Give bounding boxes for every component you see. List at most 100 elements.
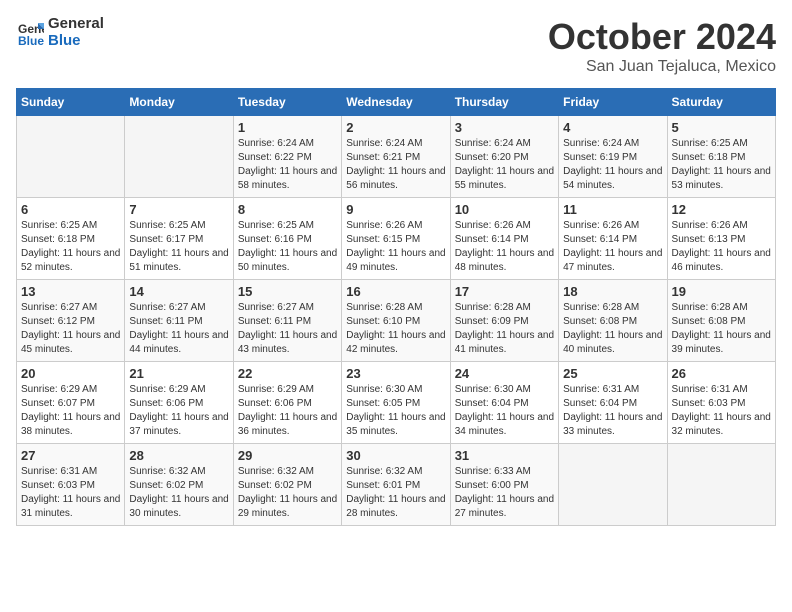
day-info: Sunrise: 6:26 AMSunset: 6:13 PMDaylight:…	[672, 219, 771, 275]
day-number: 8	[238, 202, 337, 217]
calendar-cell: 11 Sunrise: 6:26 AMSunset: 6:14 PMDayligh…	[559, 198, 667, 280]
logo: General Blue General Blue	[16, 16, 104, 49]
calendar-week-4: 20Sunrise: 6:29 AMSunset: 6:07 PMDayligh…	[17, 362, 776, 444]
day-number: 9	[346, 202, 445, 217]
logo-general: General	[48, 16, 104, 33]
calendar-week-2: 6 Sunrise: 6:25 AMSunset: 6:18 PMDaylight…	[17, 198, 776, 280]
day-info: Sunrise: 6:32 AMSunset: 6:01 PMDaylight:…	[346, 465, 445, 521]
calendar-cell: 20Sunrise: 6:29 AMSunset: 6:07 PMDayligh…	[17, 362, 125, 444]
weekday-header-friday: Friday	[559, 89, 667, 116]
calendar-cell: 2 Sunrise: 6:24 AMSunset: 6:21 PMDaylight…	[342, 116, 450, 198]
weekday-header-monday: Monday	[125, 89, 233, 116]
calendar-cell: 8 Sunrise: 6:25 AMSunset: 6:16 PMDaylight…	[233, 198, 341, 280]
calendar-cell	[667, 444, 775, 526]
day-number: 17	[455, 284, 554, 299]
calendar-cell: 29Sunrise: 6:32 AMSunset: 6:02 PMDayligh…	[233, 444, 341, 526]
calendar-cell: 25 Sunrise: 6:31 AMSunset: 6:04 PMDayligh…	[559, 362, 667, 444]
location-subtitle: San Juan Tejaluca, Mexico	[548, 58, 776, 76]
day-number: 23	[346, 366, 445, 381]
day-number: 22	[238, 366, 337, 381]
day-info: Sunrise: 6:29 AMSunset: 6:06 PMDaylight:…	[238, 383, 337, 439]
day-info: Sunrise: 6:30 AMSunset: 6:05 PMDaylight:…	[346, 383, 445, 439]
page-header: General Blue General Blue October 2024 S…	[16, 16, 776, 76]
calendar-cell: 24 Sunrise: 6:30 AMSunset: 6:04 PMDayligh…	[450, 362, 558, 444]
day-number: 6	[21, 202, 120, 217]
calendar-cell: 23 Sunrise: 6:30 AMSunset: 6:05 PMDayligh…	[342, 362, 450, 444]
logo-blue: Blue	[48, 33, 104, 50]
calendar-week-1: 1Sunrise: 6:24 AMSunset: 6:22 PMDaylight…	[17, 116, 776, 198]
day-number: 13	[21, 284, 120, 299]
day-number: 24	[455, 366, 554, 381]
calendar-cell: 10Sunrise: 6:26 AMSunset: 6:14 PMDayligh…	[450, 198, 558, 280]
calendar-cell: 12Sunrise: 6:26 AMSunset: 6:13 PMDayligh…	[667, 198, 775, 280]
day-number: 29	[238, 448, 337, 463]
calendar-cell: 21 Sunrise: 6:29 AMSunset: 6:06 PMDayligh…	[125, 362, 233, 444]
calendar-cell: 15Sunrise: 6:27 AMSunset: 6:11 PMDayligh…	[233, 280, 341, 362]
weekday-header-tuesday: Tuesday	[233, 89, 341, 116]
day-info: Sunrise: 6:24 AMSunset: 6:22 PMDaylight:…	[238, 137, 337, 193]
calendar-cell	[17, 116, 125, 198]
day-info: Sunrise: 6:31 AMSunset: 6:03 PMDaylight:…	[672, 383, 771, 439]
day-info: Sunrise: 6:26 AMSunset: 6:15 PMDaylight:…	[346, 219, 445, 275]
calendar-cell: 1Sunrise: 6:24 AMSunset: 6:22 PMDaylight…	[233, 116, 341, 198]
day-number: 27	[21, 448, 120, 463]
calendar-cell: 16Sunrise: 6:28 AMSunset: 6:10 PMDayligh…	[342, 280, 450, 362]
calendar-week-5: 27Sunrise: 6:31 AMSunset: 6:03 PMDayligh…	[17, 444, 776, 526]
calendar-cell: 19 Sunrise: 6:28 AMSunset: 6:08 PMDayligh…	[667, 280, 775, 362]
day-number: 26	[672, 366, 771, 381]
day-number: 19	[672, 284, 771, 299]
calendar-cell: 6 Sunrise: 6:25 AMSunset: 6:18 PMDaylight…	[17, 198, 125, 280]
day-number: 5	[672, 120, 771, 135]
calendar-cell: 3Sunrise: 6:24 AMSunset: 6:20 PMDaylight…	[450, 116, 558, 198]
day-number: 4	[563, 120, 662, 135]
day-number: 31	[455, 448, 554, 463]
day-number: 11	[563, 202, 662, 217]
day-info: Sunrise: 6:26 AMSunset: 6:14 PMDaylight:…	[455, 219, 554, 275]
calendar-cell: 26 Sunrise: 6:31 AMSunset: 6:03 PMDayligh…	[667, 362, 775, 444]
logo-icon: General Blue	[16, 19, 44, 47]
calendar-cell	[559, 444, 667, 526]
weekday-header-sunday: Sunday	[17, 89, 125, 116]
day-info: Sunrise: 6:27 AMSunset: 6:11 PMDaylight:…	[129, 301, 228, 357]
weekday-header-wednesday: Wednesday	[342, 89, 450, 116]
calendar-cell: 27Sunrise: 6:31 AMSunset: 6:03 PMDayligh…	[17, 444, 125, 526]
day-number: 20	[21, 366, 120, 381]
calendar-cell: 7Sunrise: 6:25 AMSunset: 6:17 PMDaylight…	[125, 198, 233, 280]
calendar-table: SundayMondayTuesdayWednesdayThursdayFrid…	[16, 88, 776, 526]
header-row: SundayMondayTuesdayWednesdayThursdayFrid…	[17, 89, 776, 116]
day-number: 2	[346, 120, 445, 135]
weekday-header-saturday: Saturday	[667, 89, 775, 116]
calendar-cell: 9 Sunrise: 6:26 AMSunset: 6:15 PMDaylight…	[342, 198, 450, 280]
calendar-week-3: 13 Sunrise: 6:27 AMSunset: 6:12 PMDayligh…	[17, 280, 776, 362]
day-info: Sunrise: 6:24 AMSunset: 6:21 PMDaylight:…	[346, 137, 445, 193]
day-info: Sunrise: 6:30 AMSunset: 6:04 PMDaylight:…	[455, 383, 554, 439]
day-info: Sunrise: 6:25 AMSunset: 6:17 PMDaylight:…	[129, 219, 228, 275]
calendar-cell: 5 Sunrise: 6:25 AMSunset: 6:18 PMDaylight…	[667, 116, 775, 198]
day-info: Sunrise: 6:28 AMSunset: 6:08 PMDaylight:…	[672, 301, 771, 357]
calendar-cell: 17Sunrise: 6:28 AMSunset: 6:09 PMDayligh…	[450, 280, 558, 362]
day-info: Sunrise: 6:28 AMSunset: 6:10 PMDaylight:…	[346, 301, 445, 357]
calendar-cell: 28Sunrise: 6:32 AMSunset: 6:02 PMDayligh…	[125, 444, 233, 526]
day-info: Sunrise: 6:27 AMSunset: 6:12 PMDaylight:…	[21, 301, 120, 357]
day-info: Sunrise: 6:32 AMSunset: 6:02 PMDaylight:…	[129, 465, 228, 521]
day-info: Sunrise: 6:25 AMSunset: 6:18 PMDaylight:…	[21, 219, 120, 275]
day-number: 21	[129, 366, 228, 381]
day-number: 25	[563, 366, 662, 381]
day-number: 30	[346, 448, 445, 463]
calendar-cell: 13 Sunrise: 6:27 AMSunset: 6:12 PMDayligh…	[17, 280, 125, 362]
day-info: Sunrise: 6:25 AMSunset: 6:16 PMDaylight:…	[238, 219, 337, 275]
month-year-title: October 2024	[548, 16, 776, 58]
title-section: October 2024 San Juan Tejaluca, Mexico	[548, 16, 776, 76]
calendar-cell	[125, 116, 233, 198]
calendar-cell: 4Sunrise: 6:24 AMSunset: 6:19 PMDaylight…	[559, 116, 667, 198]
day-info: Sunrise: 6:26 AMSunset: 6:14 PMDaylight:…	[563, 219, 662, 275]
day-info: Sunrise: 6:24 AMSunset: 6:20 PMDaylight:…	[455, 137, 554, 193]
day-info: Sunrise: 6:27 AMSunset: 6:11 PMDaylight:…	[238, 301, 337, 357]
day-info: Sunrise: 6:28 AMSunset: 6:08 PMDaylight:…	[563, 301, 662, 357]
day-info: Sunrise: 6:31 AMSunset: 6:04 PMDaylight:…	[563, 383, 662, 439]
calendar-cell: 22 Sunrise: 6:29 AMSunset: 6:06 PMDayligh…	[233, 362, 341, 444]
calendar-cell: 31Sunrise: 6:33 AMSunset: 6:00 PMDayligh…	[450, 444, 558, 526]
day-info: Sunrise: 6:25 AMSunset: 6:18 PMDaylight:…	[672, 137, 771, 193]
weekday-header-thursday: Thursday	[450, 89, 558, 116]
day-info: Sunrise: 6:29 AMSunset: 6:06 PMDaylight:…	[129, 383, 228, 439]
